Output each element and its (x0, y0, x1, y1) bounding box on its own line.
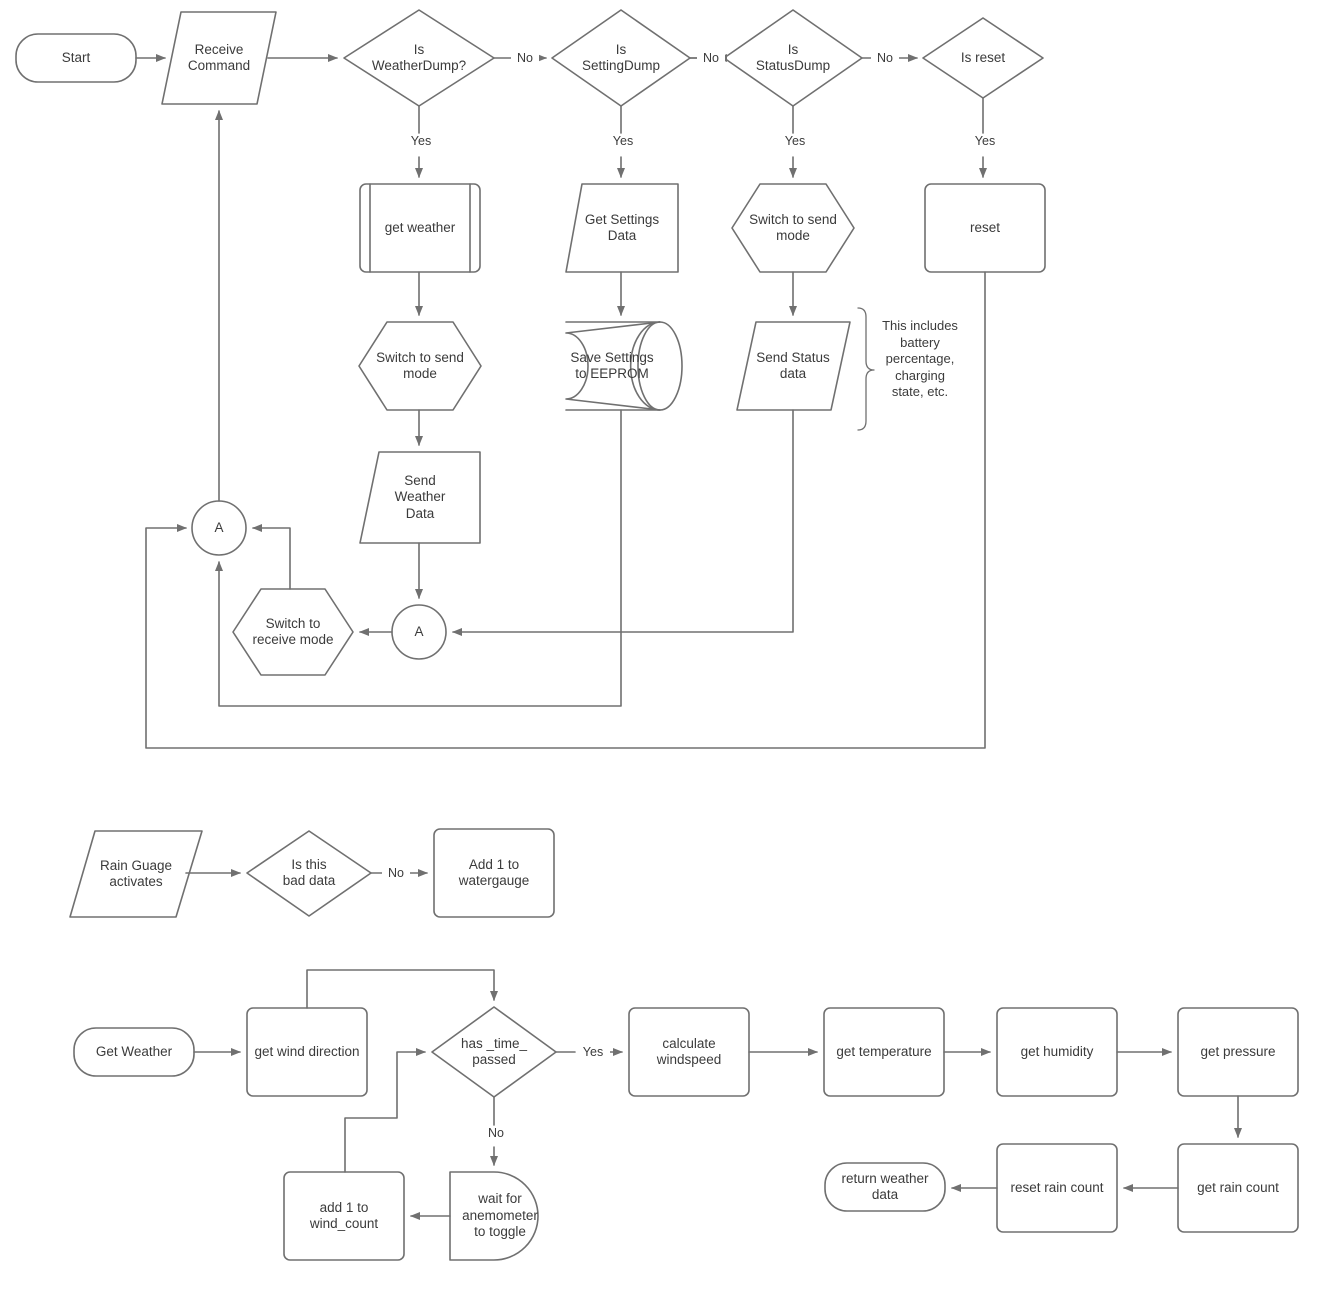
node-send-weather-data[interactable] (359, 451, 481, 544)
node-is-settingdump[interactable] (551, 9, 691, 107)
node-get-humidity[interactable] (996, 1007, 1118, 1097)
node-get-wind-direction[interactable] (246, 1007, 368, 1097)
edge-label-no-rain: No (382, 866, 410, 880)
edge-label-yes-4: Yes (968, 134, 1002, 148)
flowchart-canvas (15, 9, 1299, 1261)
node-get-temperature[interactable] (823, 1007, 945, 1097)
node-get-rain-count[interactable] (1177, 1143, 1299, 1233)
edge-reset-to-connector-a-top (145, 271, 986, 749)
node-calculate-windspeed[interactable] (628, 1007, 750, 1097)
edge-eeprom-to-connector-a-top (215, 409, 622, 707)
annotation-status-note: This includes battery percentage, chargi… (882, 318, 958, 399)
node-get-weather-start[interactable] (73, 1027, 195, 1077)
node-wait-for-anemometer[interactable] (449, 1171, 539, 1261)
edge-label-yes-time: Yes (576, 1045, 610, 1059)
edge-label-no-2: No (697, 51, 725, 65)
node-receive-command[interactable] (161, 11, 277, 105)
node-is-reset[interactable] (922, 17, 1044, 99)
node-get-weather-sub[interactable] (359, 183, 481, 273)
edge-label-yes-1: Yes (404, 134, 438, 148)
node-reset[interactable] (924, 183, 1046, 273)
node-switch-to-receive-mode[interactable] (232, 588, 354, 676)
edge-label-no-time: No (479, 1126, 513, 1140)
node-switch-to-send-mode-weather[interactable] (358, 321, 482, 411)
edge-sendstatus-to-connector-a (452, 409, 794, 636)
edge-switch-receive-to-connector-a-top (252, 524, 291, 590)
edge-label-yes-2: Yes (606, 134, 640, 148)
node-get-settings-data[interactable] (565, 183, 679, 273)
edge-label-no-1: No (511, 51, 539, 65)
node-save-settings-eeprom[interactable] (565, 321, 661, 411)
edge-label-no-3: No (871, 51, 899, 65)
node-rain-guage-activates[interactable] (69, 830, 203, 918)
node-start[interactable] (15, 33, 137, 83)
node-has-time-passed[interactable] (431, 1006, 557, 1098)
node-is-this-bad-data[interactable] (246, 830, 372, 917)
edge-winddir-to-hastimepassed-top (306, 969, 498, 1009)
node-return-weather-data[interactable] (824, 1162, 946, 1212)
node-reset-rain-count[interactable] (996, 1143, 1118, 1233)
node-is-statusdump[interactable] (723, 9, 863, 107)
cylinder-cap (637, 321, 683, 411)
node-switch-to-send-mode-status[interactable] (731, 183, 855, 273)
node-add-1-to-wind-count[interactable] (283, 1171, 405, 1261)
node-connector-a-bottom[interactable] (391, 604, 447, 660)
node-get-pressure[interactable] (1177, 1007, 1299, 1097)
node-send-status-data[interactable] (736, 321, 851, 411)
node-is-weatherdump[interactable] (343, 9, 495, 107)
node-add-1-to-watergauge[interactable] (433, 828, 555, 918)
edge-windcount-back-to-hastimepassed (344, 1048, 426, 1173)
node-save-settings-eeprom-body (565, 321, 661, 411)
edge-label-yes-3: Yes (778, 134, 812, 148)
node-connector-a-top[interactable] (191, 500, 247, 556)
